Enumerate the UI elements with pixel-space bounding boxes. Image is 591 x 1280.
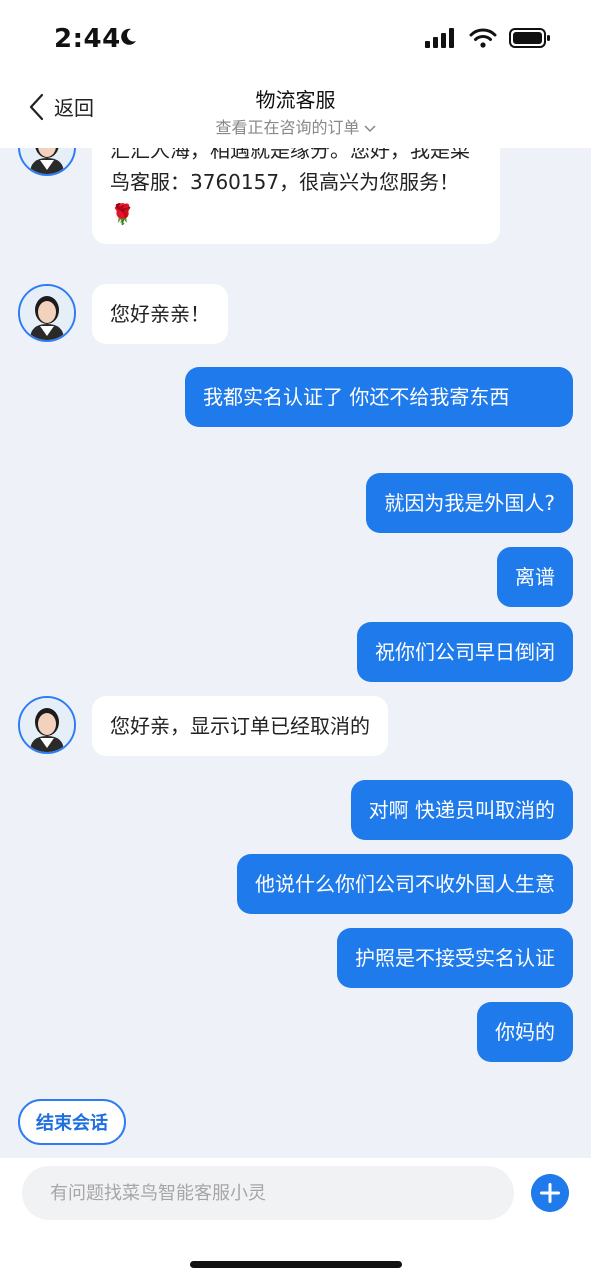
message-text: 祝你们公司早日倒闭	[375, 640, 555, 664]
plus-icon[interactable]	[531, 1174, 569, 1212]
view-order-label: 查看正在咨询的订单	[215, 118, 360, 137]
input-bar	[0, 1158, 591, 1280]
agent-face-icon	[20, 286, 74, 340]
nav-header: 返回 物流客服 查看正在咨询的订单	[0, 78, 591, 148]
message-text: 我都实名认证了 你还不给我寄东西	[203, 385, 510, 409]
message-bubble: 就因为我是外国人?	[366, 473, 573, 533]
agent-face-icon	[20, 698, 74, 752]
message-bubble: 他说什么你们公司不收外国人生意	[237, 854, 573, 914]
message-text: 您好亲亲！	[110, 302, 210, 326]
message-bubble: 护照是不接受实名认证	[337, 928, 573, 988]
message-text: 他说什么你们公司不收外国人生意	[255, 872, 555, 896]
message-text: 你妈的	[495, 1020, 555, 1044]
status-bar: 2:44	[0, 0, 591, 78]
view-order-link[interactable]: 查看正在咨询的订单	[0, 114, 591, 138]
message-bubble: 我都实名认证了 你还不给我寄东西	[185, 367, 573, 427]
agent-avatar	[18, 284, 76, 342]
message-bubble: 你妈的	[477, 1002, 573, 1062]
cellular-signal-icon	[425, 28, 454, 48]
battery-icon	[509, 28, 550, 48]
message-input[interactable]	[22, 1166, 514, 1220]
message-text: 汇汇人海，相遇就是缘分。您好，我是菜鸟客服：3760157，很高兴为您服务！🌹	[110, 148, 470, 226]
end-session-button[interactable]: 结束会话	[18, 1099, 126, 1145]
message-bubble: 您好亲亲！	[92, 284, 228, 344]
home-indicator	[190, 1261, 402, 1268]
agent-avatar	[18, 148, 76, 176]
message-bubble: 祝你们公司早日倒闭	[357, 622, 573, 682]
page-title: 物流客服	[255, 88, 336, 112]
message-bubble: 对啊 快递员叫取消的	[350, 780, 573, 840]
chat-area[interactable]: 汇汇人海，相遇就是缘分。您好，我是菜鸟客服：3760157，很高兴为您服务！🌹 …	[0, 148, 591, 1158]
message-text: 对啊 快递员叫取消的	[368, 798, 555, 822]
wifi-icon	[469, 28, 497, 48]
message-text: 护照是不接受实名认证	[355, 946, 555, 970]
agent-avatar	[18, 696, 76, 754]
message-text: 就因为我是外国人?	[384, 491, 555, 515]
message-text: 离谱	[515, 565, 555, 589]
message-bubble: 您好亲，显示订单已经取消的	[92, 696, 388, 756]
status-time: 2:44	[54, 24, 121, 54]
message-text: 您好亲，显示订单已经取消的	[110, 714, 370, 738]
moon-icon	[121, 28, 136, 45]
chevron-down-icon	[363, 124, 376, 132]
message-bubble: 汇汇人海，相遇就是缘分。您好，我是菜鸟客服：3760157，很高兴为您服务！🌹	[92, 148, 500, 244]
message-bubble: 离谱	[497, 547, 573, 607]
status-icons	[425, 27, 551, 49]
agent-face-icon	[20, 148, 74, 174]
